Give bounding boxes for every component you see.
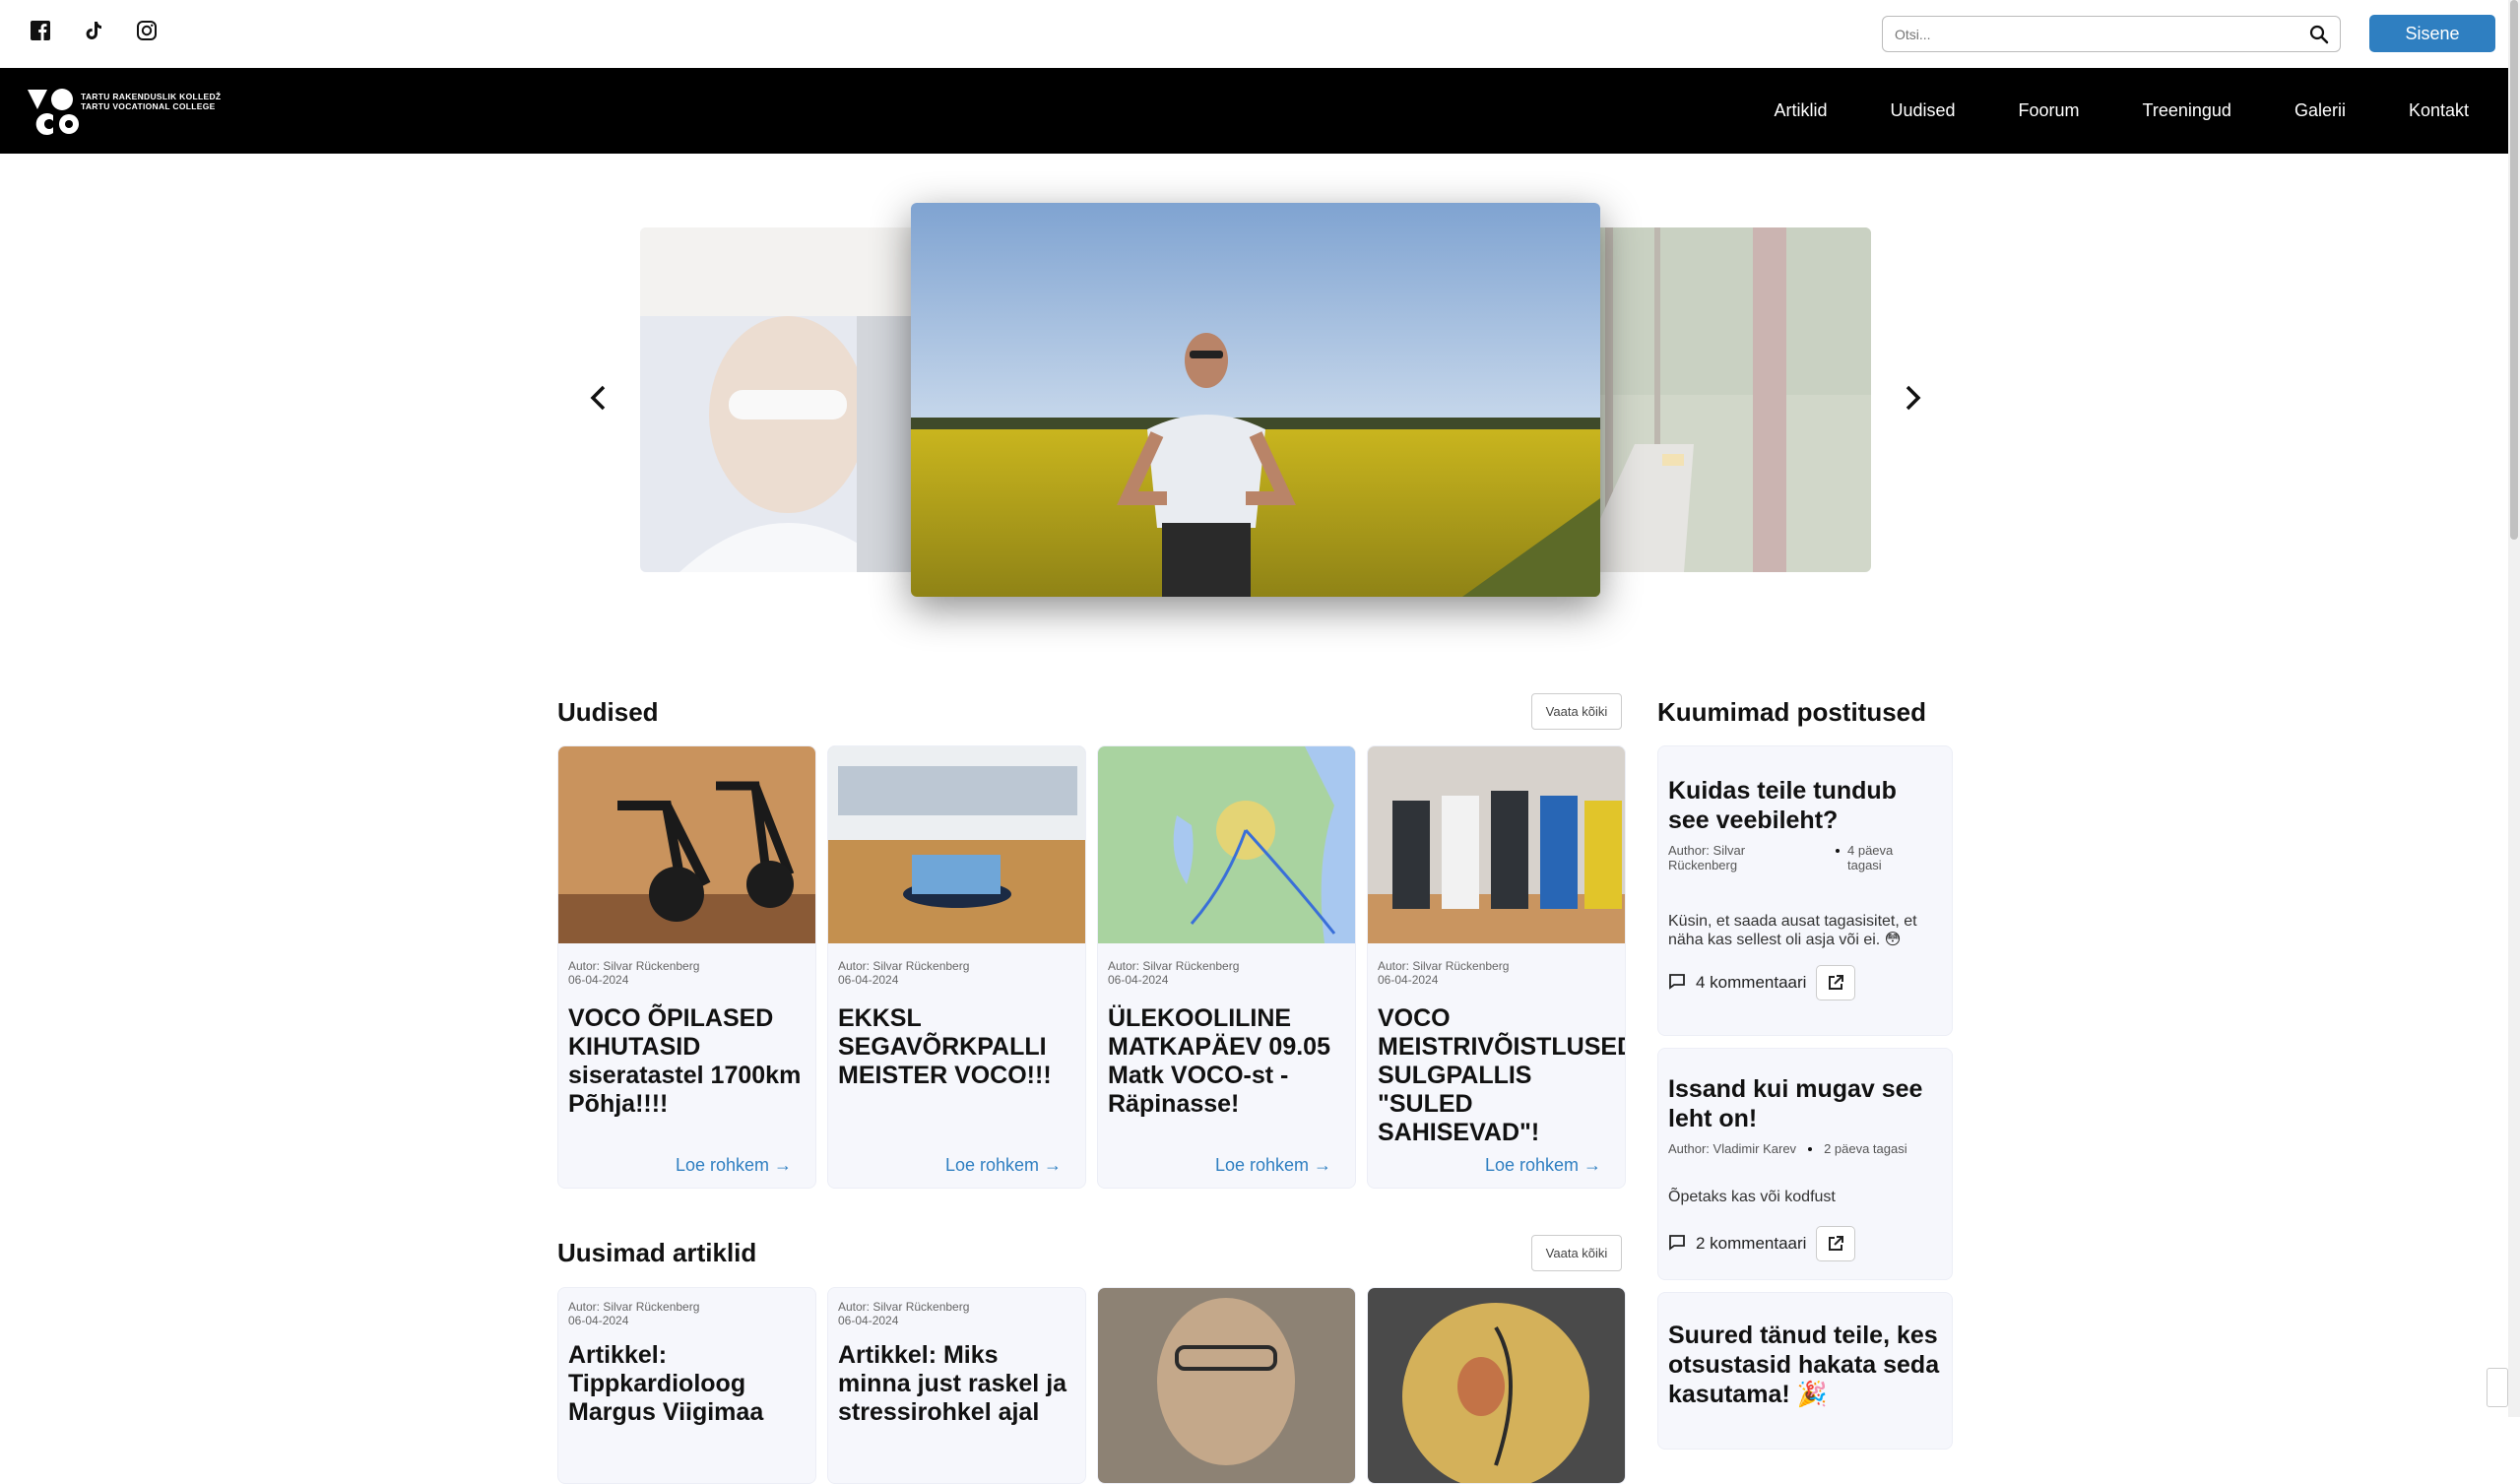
nav-artiklid[interactable]: Artiklid	[1774, 100, 1827, 121]
login-button[interactable]: Sisene	[2369, 15, 2495, 52]
main-navbar: TARTU RAKENDUSLIK KOLLEDŽ TARTU VOCATION…	[0, 68, 2508, 154]
comment-icon	[1668, 972, 1686, 995]
article-card-heart-image	[1368, 1288, 1625, 1483]
news-card[interactable]: Autor: Silvar Rückenberg 06-04-2024 EKKS…	[827, 745, 1086, 1189]
search-icon[interactable]	[2308, 24, 2330, 45]
article-card-title[interactable]: Artikkel: Tippkardioloog Margus Viigimaa	[558, 1327, 815, 1427]
news-see-all-button[interactable]: Vaata kõiki	[1531, 693, 1622, 730]
search-box	[1882, 16, 2341, 52]
articles-section-title: Uusimad artiklid	[557, 1238, 757, 1267]
nav-galerii[interactable]: Galerii	[2294, 100, 2346, 121]
article-card-date: 06-04-2024	[838, 1314, 899, 1327]
hot-post-card[interactable]: Issand kui mugav see leht on! Author: Vl…	[1657, 1048, 1953, 1280]
voco-logo-mark	[28, 89, 79, 135]
hot-post-title[interactable]: Issand kui mugav see leht on!	[1658, 1049, 1952, 1133]
news-card[interactable]: Autor: Silvar Rückenberg 06-04-2024 VOCO…	[557, 745, 816, 1189]
nav-foorum[interactable]: Foorum	[2019, 100, 2080, 121]
carousel-prev-chevron-left-icon[interactable]	[581, 380, 616, 416]
carousel-next-chevron-right-icon[interactable]	[1895, 380, 1930, 416]
article-card-author: Autor: Silvar Rückenberg	[568, 1300, 700, 1314]
news-section-title: Uudised	[557, 697, 659, 727]
news-card-author: Autor: Silvar Rückenberg	[568, 959, 700, 973]
article-card[interactable]: Autor: Silvar Rückenberg 06-04-2024 Arti…	[827, 1287, 1086, 1484]
hot-post-title[interactable]: Suured tänud teile, kes otsustasid hakat…	[1658, 1293, 1952, 1409]
photo-carousel	[0, 154, 2508, 646]
hot-post-footer: 4 kommentaari	[1658, 949, 1952, 1000]
news-card-title[interactable]: VOCO MEISTRIVÕISTLUSED SULGPALLIS "SULED…	[1368, 987, 1625, 1147]
news-card-title[interactable]: VOCO ÕPILASED KIHUTASID siseratastel 170…	[558, 987, 815, 1119]
news-card-author: Autor: Silvar Rückenberg	[1108, 959, 1240, 973]
news-card-read-more-link[interactable]: Loe rohkem →	[1215, 1155, 1331, 1176]
news-card-title[interactable]: ÜLEKOOLILINE MATKAPÄEV 09.05 Matk VOCO-s…	[1098, 987, 1355, 1119]
dot-separator	[1808, 1147, 1813, 1151]
article-card-author: Autor: Silvar Rückenberg	[838, 1300, 970, 1314]
comment-icon	[1668, 1233, 1686, 1256]
logo-line-1: TARTU RAKENDUSLIK KOLLEDŽ	[81, 92, 222, 101]
hot-post-comment-count[interactable]: 2 kommentaari	[1696, 1234, 1806, 1254]
hot-post-footer: 2 kommentaari	[1658, 1206, 1952, 1261]
scrollbar-thumb[interactable]	[2510, 0, 2518, 540]
search-input[interactable]	[1883, 17, 2296, 51]
page-scrollbar[interactable]	[2508, 0, 2520, 1417]
hot-post-author: Author: Vladimir Karev	[1668, 1141, 1797, 1156]
news-card-map-image	[1098, 746, 1355, 943]
news-card-read-more-link[interactable]: Loe rohkem →	[945, 1155, 1062, 1176]
news-card-date: 06-04-2024	[568, 973, 629, 987]
dot-separator	[1836, 849, 1840, 853]
hot-post-card[interactable]: Kuidas teile tundub see veebileht? Autho…	[1657, 745, 1953, 1036]
nav-kontakt[interactable]: Kontakt	[2409, 100, 2469, 121]
news-card-read-more-link[interactable]: Loe rohkem →	[1485, 1155, 1601, 1176]
hot-post-comment-count[interactable]: 4 kommentaari	[1696, 973, 1806, 993]
nav-uudised[interactable]: Uudised	[1890, 100, 1955, 121]
article-card-portrait-image	[1098, 1288, 1355, 1483]
voco-logo[interactable]: TARTU RAKENDUSLIK KOLLEDŽ TARTU VOCATION…	[26, 86, 223, 137]
news-card-date: 06-04-2024	[1108, 973, 1169, 987]
hot-post-body: Küsin, et saada ausat tagasisitet, et nä…	[1668, 913, 1917, 948]
logo-line-2: TARTU VOCATIONAL COLLEGE	[81, 101, 216, 111]
instagram-icon[interactable]	[136, 20, 162, 45]
hot-post-title[interactable]: Kuidas teile tundub see veebileht?	[1658, 746, 1952, 835]
hot-post-time: 4 päeva tagasi	[1847, 843, 1894, 872]
news-card-date: 06-04-2024	[838, 973, 899, 987]
carousel-slide-next[interactable]	[1576, 227, 1871, 572]
article-card-date: 06-04-2024	[568, 1314, 629, 1327]
tiktok-icon[interactable]	[83, 20, 108, 45]
social-links	[30, 20, 162, 45]
article-card[interactable]: Autor: Silvar Rückenberg 06-04-2024 Arti…	[557, 1287, 816, 1484]
hot-posts-title: Kuumimad postitused	[1657, 697, 1927, 727]
news-card-image	[1368, 746, 1625, 943]
news-card-author: Autor: Silvar Rückenberg	[838, 959, 970, 973]
facebook-icon[interactable]	[30, 20, 55, 45]
carousel-slide-previous[interactable]	[640, 227, 936, 572]
resize-handle-icon[interactable]	[2487, 1368, 2508, 1407]
news-card[interactable]: Autor: Silvar Rückenberg 06-04-2024 ÜLEK…	[1097, 745, 1356, 1189]
article-card[interactable]	[1367, 1287, 1626, 1484]
nav-treeningud[interactable]: Treeningud	[2143, 100, 2231, 121]
external-link-icon[interactable]	[1816, 1226, 1856, 1261]
news-card-image	[828, 746, 1085, 943]
main-nav: Artiklid Uudised Foorum Treeningud Galer…	[1774, 68, 2469, 154]
articles-see-all-button[interactable]: Vaata kõiki	[1531, 1235, 1622, 1271]
news-card-author: Autor: Silvar Rückenberg	[1378, 959, 1510, 973]
article-card-title[interactable]: Artikkel: Miks minna just raskel ja stre…	[828, 1327, 1085, 1427]
article-card[interactable]	[1097, 1287, 1356, 1484]
news-card-title[interactable]: EKKSL SEGAVÕRKPALLI MEISTER VOCO!!!	[828, 987, 1085, 1090]
hot-post-author: Author: Silvar Rückenberg	[1668, 843, 1746, 872]
top-bar: Sisene	[0, 0, 2508, 68]
news-card[interactable]: Autor: Silvar Rückenberg 06-04-2024 VOCO…	[1367, 745, 1626, 1189]
hot-post-card[interactable]: Suured tänud teile, kes otsustasid hakat…	[1657, 1292, 1953, 1450]
external-link-icon[interactable]	[1816, 965, 1856, 1000]
hot-post-time: 2 päeva tagasi	[1824, 1141, 1907, 1156]
hot-post-body: Õpetaks kas või kodfust	[1668, 1189, 1836, 1205]
news-card-image	[558, 746, 815, 943]
hot-post-time-wrapper: 4 päeva tagasi	[1836, 843, 1906, 872]
news-card-date: 06-04-2024	[1378, 973, 1439, 987]
carousel-slide-active[interactable]	[911, 203, 1600, 597]
news-card-read-more-link[interactable]: Loe rohkem →	[676, 1155, 792, 1176]
